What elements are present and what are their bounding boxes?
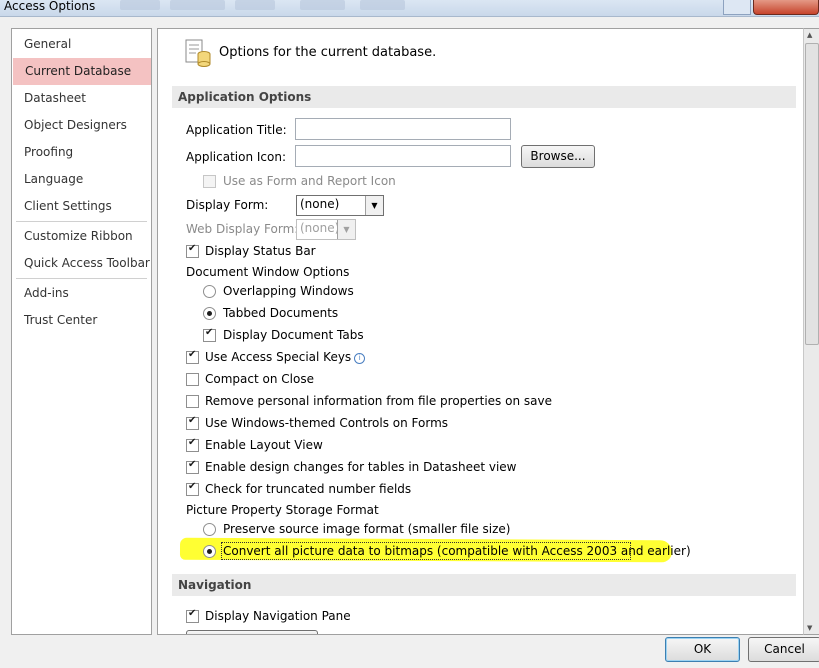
- remove-personal-info-label: Remove personal information from file pr…: [205, 394, 552, 408]
- convert-bitmaps-radio[interactable]: [203, 545, 216, 558]
- app-icon-label: Application Icon:: [186, 150, 286, 164]
- use-access-special-keys-label: Use Access Special Keys i: [205, 350, 366, 364]
- overlapping-windows-label: Overlapping Windows: [223, 284, 354, 298]
- use-access-special-keys-checkbox[interactable]: [186, 349, 199, 364]
- nav-item-general[interactable]: General: [12, 31, 151, 58]
- options-nav: General Current Database Datasheet Objec…: [11, 28, 152, 635]
- info-icon[interactable]: i: [354, 353, 366, 364]
- nav-item-object-designers[interactable]: Object Designers: [12, 112, 151, 139]
- enable-layout-view-checkbox[interactable]: [186, 437, 199, 452]
- chevron-down-icon: ▼: [365, 196, 383, 215]
- section-navigation: Navigation: [172, 574, 796, 596]
- enable-layout-view-label: Enable Layout View: [205, 438, 323, 452]
- title-bar: Access Options: [0, 0, 819, 17]
- help-button[interactable]: [723, 0, 751, 15]
- display-document-tabs-checkbox[interactable]: [203, 327, 216, 342]
- use-as-icon-checkbox[interactable]: [203, 175, 216, 188]
- convert-bitmaps-label: Convert all picture data to bitmaps (com…: [223, 544, 691, 558]
- scroll-down-icon[interactable]: ▼: [807, 624, 812, 632]
- window-title: Access Options: [4, 0, 96, 13]
- use-as-icon-label: Use as Form and Report Icon: [223, 174, 396, 188]
- preserve-source-radio[interactable]: [203, 523, 216, 536]
- nav-separator: [16, 221, 147, 222]
- windows-themed-controls-checkbox[interactable]: [186, 415, 199, 430]
- remove-personal-info-checkbox[interactable]: [186, 395, 199, 408]
- enable-design-changes-label: Enable design changes for tables in Data…: [205, 460, 517, 474]
- background-ribbon-ghost: [235, 0, 275, 10]
- web-display-form-select[interactable]: (none) ▼: [296, 219, 356, 240]
- overlapping-windows-radio[interactable]: [203, 285, 216, 298]
- compact-on-close-label: Compact on Close: [205, 372, 314, 386]
- background-ribbon-ghost: [120, 0, 160, 10]
- background-ribbon-ghost: [300, 0, 345, 10]
- display-status-bar-checkbox[interactable]: [186, 243, 199, 258]
- enable-design-changes-checkbox[interactable]: [186, 459, 199, 474]
- nav-item-client-settings[interactable]: Client Settings: [12, 193, 151, 220]
- section-application-options: Application Options: [172, 86, 796, 108]
- web-display-form-label: Web Display Form:: [186, 222, 299, 236]
- scroll-thumb[interactable]: [805, 43, 819, 345]
- compact-on-close-checkbox[interactable]: [186, 373, 199, 386]
- web-display-form-value: (none): [300, 221, 340, 235]
- nav-item-customize-ribbon[interactable]: Customize Ribbon: [12, 223, 151, 250]
- ok-button[interactable]: OK: [665, 637, 740, 662]
- display-nav-pane-label: Display Navigation Pane: [205, 609, 351, 623]
- nav-separator: [16, 278, 147, 279]
- display-form-select[interactable]: (none) ▼: [296, 195, 384, 216]
- windows-themed-controls-label: Use Windows-themed Controls on Forms: [205, 416, 449, 430]
- display-status-bar-label: Display Status Bar: [205, 244, 316, 258]
- scroll-up-icon[interactable]: ▲: [807, 31, 812, 39]
- database-options-icon: [185, 39, 211, 67]
- cancel-button[interactable]: Cancel: [748, 637, 819, 662]
- nav-item-datasheet[interactable]: Datasheet: [12, 85, 151, 112]
- options-content: Options for the current database. Applic…: [157, 28, 804, 635]
- display-form-value: (none): [300, 197, 340, 211]
- vertical-scrollbar[interactable]: ▲ ▼: [803, 28, 819, 635]
- app-icon-input[interactable]: [295, 145, 511, 167]
- check-truncated-checkbox[interactable]: [186, 481, 199, 496]
- preserve-source-label: Preserve source image format (smaller fi…: [223, 522, 511, 536]
- page-title: Options for the current database.: [219, 45, 437, 60]
- background-ribbon-ghost: [170, 0, 225, 10]
- use-access-special-keys-text: Use Access Special Keys: [205, 350, 352, 364]
- display-document-tabs-label: Display Document Tabs: [223, 328, 364, 342]
- close-window-button[interactable]: [753, 0, 819, 15]
- display-form-label: Display Form:: [186, 198, 269, 212]
- navigation-options-button[interactable]: [186, 630, 318, 634]
- background-ribbon-ghost: [360, 0, 405, 10]
- nav-item-proofing[interactable]: Proofing: [12, 139, 151, 166]
- app-title-label: Application Title:: [186, 123, 287, 137]
- nav-item-current-database[interactable]: Current Database: [13, 58, 151, 85]
- nav-item-add-ins[interactable]: Add-ins: [12, 280, 151, 307]
- browse-button[interactable]: Browse...: [521, 145, 595, 168]
- nav-item-language[interactable]: Language: [12, 166, 151, 193]
- display-nav-pane-checkbox[interactable]: [186, 608, 199, 623]
- picture-storage-label: Picture Property Storage Format: [186, 503, 379, 517]
- tabbed-documents-radio[interactable]: [203, 307, 216, 320]
- nav-item-trust-center[interactable]: Trust Center: [12, 307, 151, 334]
- tabbed-documents-label: Tabbed Documents: [223, 306, 339, 320]
- nav-item-quick-access-toolbar[interactable]: Quick Access Toolbar: [12, 250, 151, 277]
- app-title-input[interactable]: [295, 118, 511, 140]
- check-truncated-label: Check for truncated number fields: [205, 482, 412, 496]
- chevron-down-icon: ▼: [337, 220, 355, 239]
- document-window-options-label: Document Window Options: [186, 265, 350, 279]
